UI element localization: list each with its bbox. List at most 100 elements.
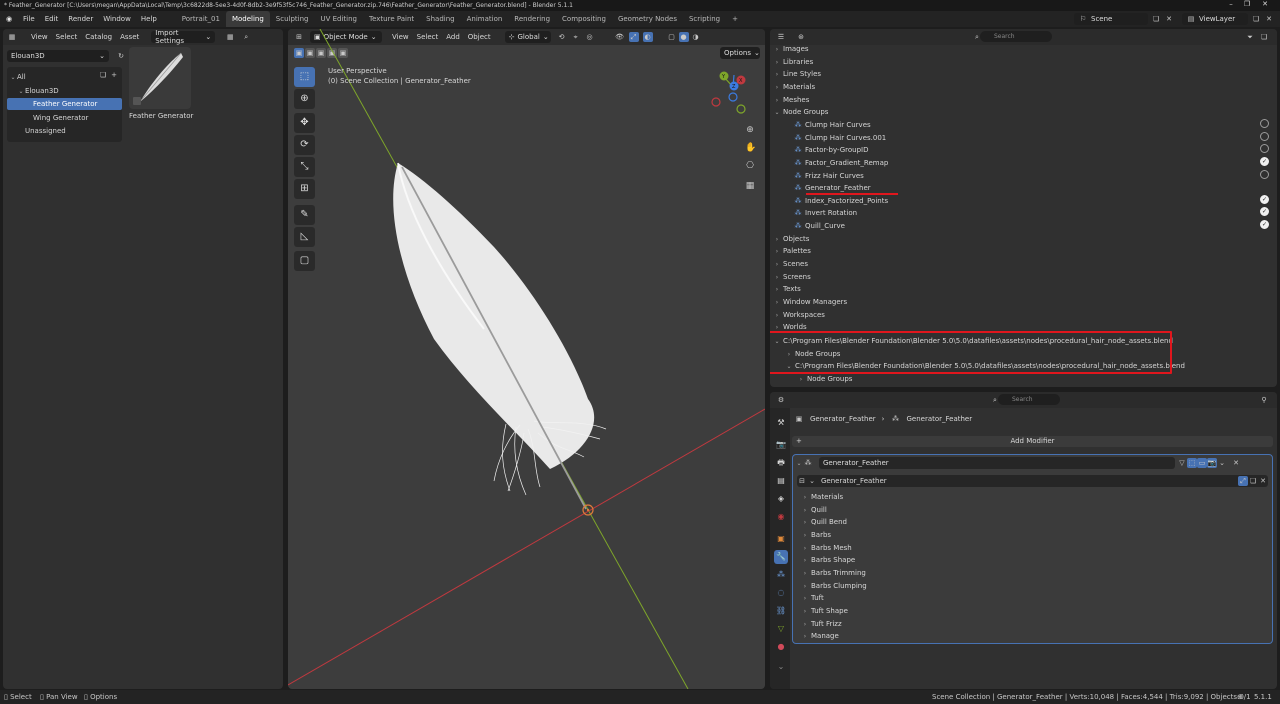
node-group-selector[interactable]: ⊟ ⌄ Generator_Feather ⤢ ❏ ✕ xyxy=(797,475,1268,487)
modifier-name-input[interactable]: Generator_Feather xyxy=(819,457,1175,469)
fake-user-toggle[interactable]: ✓ xyxy=(1260,194,1269,204)
catalog-item[interactable]: ⌄Elouan3D xyxy=(7,85,122,97)
scene-selector[interactable]: ⚐ Scene xyxy=(1074,13,1148,25)
menu-render[interactable]: Render xyxy=(63,11,98,27)
maximize-button[interactable]: ❐ xyxy=(1240,0,1254,11)
menu-edit[interactable]: Edit xyxy=(40,11,64,27)
edit-mode-toggle-icon[interactable]: ▽ xyxy=(1177,458,1187,468)
expand-arrow-icon[interactable]: › xyxy=(773,234,781,246)
outliner-row[interactable]: ⁂ Factor-by-GroupID xyxy=(770,144,1277,156)
collapse-arrow-icon[interactable]: ⌄ xyxy=(795,460,803,467)
tab-animation[interactable]: Animation xyxy=(461,11,509,27)
catalog-item[interactable]: ⌄All xyxy=(7,71,122,83)
outliner-row[interactable]: › Workspaces xyxy=(770,309,1277,321)
camera-view-icon[interactable]: ⎔ xyxy=(745,161,755,171)
tab-scripting[interactable]: Scripting xyxy=(683,11,726,27)
fake-user-toggle[interactable]: ✓ xyxy=(1260,220,1269,230)
outliner-row[interactable]: › Materials xyxy=(770,81,1277,93)
tab-uv-editing[interactable]: UV Editing xyxy=(314,11,363,27)
asset-menu-asset[interactable]: Asset xyxy=(116,30,143,44)
expand-arrow-icon[interactable]: › xyxy=(773,297,781,309)
rotate-tool[interactable]: ⟳ xyxy=(294,135,315,155)
new-collection-icon[interactable]: ❏ xyxy=(1259,32,1269,42)
outliner-row[interactable]: › Scenes xyxy=(770,258,1277,270)
outliner-row[interactable]: › Libraries xyxy=(770,56,1277,68)
viewport-scene[interactable] xyxy=(288,29,765,689)
data-tab-icon[interactable]: ▽ xyxy=(774,622,788,636)
expand-arrow-icon[interactable]: › xyxy=(773,259,781,271)
outliner-row[interactable]: ⁂ Frizz Hair Curves xyxy=(770,169,1277,182)
display-mode-icon[interactable]: ⊛ xyxy=(796,32,806,42)
tab-texture-paint[interactable]: Texture Paint xyxy=(363,11,420,27)
close-window-button[interactable]: ✕ xyxy=(1258,0,1272,11)
material-tab-icon[interactable]: ● xyxy=(774,640,788,654)
annotate-tool[interactable]: ✎ xyxy=(294,205,315,225)
outliner-row[interactable]: › Palettes xyxy=(770,245,1277,257)
expand-arrow-icon[interactable]: › xyxy=(773,57,781,69)
refresh-icon[interactable]: ↻ xyxy=(116,51,126,61)
subpanel-header[interactable]: › Quill xyxy=(801,504,1261,517)
outliner-row[interactable]: › Meshes xyxy=(770,94,1277,106)
expand-arrow-icon[interactable]: › xyxy=(773,284,781,296)
outliner-search-input[interactable]: Search xyxy=(980,31,1052,42)
subpanel-header[interactable]: › Barbs xyxy=(801,529,1261,542)
outliner-row[interactable]: › Screens xyxy=(770,271,1277,283)
tool-tab-icon[interactable]: ⚒ xyxy=(774,416,788,430)
outliner-row[interactable]: ⁂ Index_Factorized_Points ✓ xyxy=(770,194,1277,207)
blender-logo-icon[interactable]: ◉ xyxy=(4,14,14,24)
search-icon[interactable]: ⌕ xyxy=(241,32,251,42)
expand-arrow-icon[interactable]: ⌄ xyxy=(9,72,17,84)
asset-menu-view[interactable]: View xyxy=(27,30,52,44)
duplicate-icon[interactable]: ❏ xyxy=(1248,476,1258,486)
gizmo-neg-x-handle[interactable] xyxy=(711,97,721,107)
filter-icon[interactable]: ⏷ xyxy=(1245,32,1255,42)
delete-view-layer-icon[interactable]: ✕ xyxy=(1264,14,1274,24)
catalog-item[interactable]: Unassigned xyxy=(7,125,122,137)
scale-tool[interactable]: ⤡ xyxy=(294,157,315,177)
add-workspace-button[interactable]: + xyxy=(726,11,744,27)
tab-portrait[interactable]: Portrait_01 xyxy=(176,11,226,27)
view-layer-selector[interactable]: ▤ ViewLayer xyxy=(1182,13,1248,25)
fake-user-toggle[interactable] xyxy=(1260,144,1269,154)
fake-user-toggle[interactable]: ✓ xyxy=(1260,156,1269,166)
outliner-row[interactable]: ⁂ Quill_Curve ✓ xyxy=(770,220,1277,232)
expand-arrow-icon[interactable]: › xyxy=(773,246,781,258)
on-cage-toggle-icon[interactable]: ⬚ xyxy=(1187,458,1197,468)
particles-tab-icon[interactable]: ⁂ xyxy=(774,568,788,582)
new-view-layer-icon[interactable]: ❏ xyxy=(1251,14,1261,24)
feather-object[interactable] xyxy=(393,162,607,516)
world-tab-icon[interactable]: ◉ xyxy=(774,510,788,524)
editor-type-icon[interactable]: ⚙ xyxy=(776,395,786,405)
display-mode-icon[interactable]: ▦ xyxy=(225,32,235,42)
scroll-down-icon[interactable]: ⌄ xyxy=(774,660,788,674)
outliner-row[interactable]: ⁂ Invert Rotation ✓ xyxy=(770,207,1277,219)
object-tab-icon[interactable]: ▣ xyxy=(774,532,788,546)
menu-file[interactable]: File xyxy=(18,11,40,27)
editor-type-icon[interactable]: ▦ xyxy=(7,32,17,42)
subpanel-header[interactable]: › Tuft Frizz xyxy=(801,618,1261,631)
fake-user-icon[interactable]: ⤢ xyxy=(1238,476,1248,486)
chevron-down-icon[interactable]: ⌄ xyxy=(1217,458,1227,468)
subpanel-header[interactable]: › Manage xyxy=(801,630,1261,643)
subpanel-header[interactable]: › Barbs Clumping xyxy=(801,580,1261,593)
output-tab-icon[interactable]: 🖶 xyxy=(774,456,788,470)
tab-compositing[interactable]: Compositing xyxy=(556,11,612,27)
pin-icon[interactable]: ⚲ xyxy=(1259,395,1269,405)
navigation-gizmo[interactable]: Y Z X xyxy=(710,67,756,117)
expand-arrow-icon[interactable]: ⌄ xyxy=(17,86,25,98)
outliner-row[interactable]: ⁂ Clump Hair Curves xyxy=(770,118,1277,131)
tab-sculpting[interactable]: Sculpting xyxy=(270,11,315,27)
select-box-tool[interactable]: ⬚ xyxy=(294,67,315,87)
tab-rendering[interactable]: Rendering xyxy=(508,11,556,27)
expand-arrow-icon[interactable]: › xyxy=(773,82,781,94)
close-icon[interactable]: ✕ xyxy=(1231,458,1241,468)
subpanel-header[interactable]: › Barbs Shape xyxy=(801,554,1261,567)
subpanel-header[interactable]: › Barbs Mesh xyxy=(801,542,1261,555)
render-toggle-icon[interactable]: 📷 xyxy=(1207,458,1217,468)
fake-user-toggle[interactable] xyxy=(1260,131,1269,141)
zoom-icon[interactable]: ⊕ xyxy=(745,125,755,135)
outliner-row[interactable]: ⁂ Clump Hair Curves.001 xyxy=(770,131,1277,144)
grid-perspective-icon[interactable]: ▦ xyxy=(745,181,755,191)
add-cube-tool[interactable]: ▢ xyxy=(294,251,315,271)
add-modifier-button[interactable]: + Add Modifier xyxy=(792,436,1273,447)
